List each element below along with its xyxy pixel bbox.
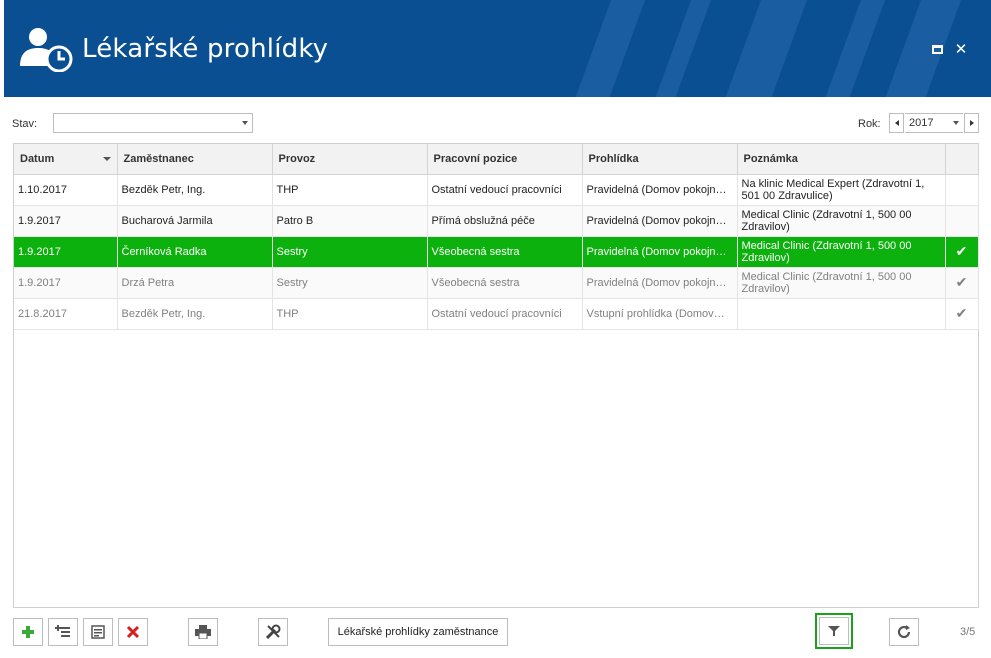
cell-prohlidka: Pravidelná (Domov pokojné… bbox=[582, 205, 738, 237]
page-title: Lékařské prohlídky bbox=[82, 34, 329, 64]
cell-datum: 1.9.2017 bbox=[14, 267, 118, 299]
delete-x-icon bbox=[126, 625, 140, 639]
cell-datum: 1.10.2017 bbox=[14, 174, 118, 206]
user-clock-icon bbox=[20, 28, 73, 72]
table-row[interactable]: 1.9.2017 Drzá Petra Sestry Všeobecná ses… bbox=[14, 267, 979, 299]
cell-prohlidka: Vstupní prohlídka (Domov… bbox=[582, 298, 738, 330]
chevron-right-icon bbox=[969, 120, 974, 126]
table-row[interactable]: 1.9.2017 Bucharová Jarmila Patro B Přímá… bbox=[14, 205, 979, 237]
add-button[interactable] bbox=[13, 618, 43, 646]
table-header-row: Datum Zaměstnanec Provoz Pracovní pozice… bbox=[14, 144, 979, 175]
maximize-icon bbox=[931, 44, 943, 54]
maximize-button[interactable] bbox=[928, 40, 946, 58]
column-header-status[interactable] bbox=[945, 144, 979, 175]
exams-table: Datum Zaměstnanec Provoz Pracovní pozice… bbox=[14, 144, 979, 330]
cell-zamestnanec: Bucharová Jarmila bbox=[117, 205, 273, 237]
plus-icon bbox=[22, 626, 34, 638]
exams-grid: Datum Zaměstnanec Provoz Pracovní pozice… bbox=[13, 143, 979, 608]
chevron-down-icon bbox=[953, 121, 959, 125]
column-header-provoz[interactable]: Provoz bbox=[272, 144, 428, 175]
print-button[interactable] bbox=[188, 618, 218, 646]
cell-provoz: THP bbox=[272, 298, 428, 330]
cell-provoz: Sestry bbox=[272, 267, 428, 299]
header-banner: Lékařské prohlídky ✕ bbox=[4, 0, 991, 97]
cell-poznamka: Medical Clinic (Zdravotní 1, 500 00 Zdra… bbox=[737, 205, 946, 237]
cell-poznamka: Medical Clinic (Zdravotní 1, 500 00 Zdra… bbox=[737, 267, 946, 299]
cell-provoz: Sestry bbox=[272, 236, 428, 268]
refresh-button[interactable] bbox=[889, 618, 919, 646]
employee-exams-button[interactable]: Lékařské prohlídky zaměstnance bbox=[328, 618, 508, 646]
table-row[interactable]: 21.8.2017 Bezděk Petr, Ing. THP Ostatní … bbox=[14, 298, 979, 330]
cell-done bbox=[945, 205, 979, 237]
chevron-down-icon bbox=[242, 121, 248, 125]
tools-icon bbox=[265, 624, 281, 640]
table-row-selected[interactable]: 1.9.2017 Černíková Radka Sestry Všeobecn… bbox=[14, 236, 979, 268]
stav-label: Stav: bbox=[12, 118, 38, 130]
table-row[interactable]: 1.10.2017 Bezděk Petr, Ing. THP Ostatní … bbox=[14, 174, 979, 206]
cell-provoz: THP bbox=[272, 174, 428, 206]
cell-zamestnanec: Bezděk Petr, Ing. bbox=[117, 298, 273, 330]
cell-pozice: Ostatní vedoucí pracovníci bbox=[427, 174, 583, 206]
rok-select[interactable]: 2017 bbox=[905, 113, 963, 133]
cell-pozice: Všeobecná sestra bbox=[427, 267, 583, 299]
cell-poznamka: Medical Clinic (Zdravotní 1, 500 00 Zdra… bbox=[737, 236, 946, 268]
column-header-datum[interactable]: Datum bbox=[14, 144, 118, 175]
edit-note-icon bbox=[91, 625, 105, 639]
checkmark-icon: ✔ bbox=[945, 267, 979, 299]
filter-button[interactable] bbox=[815, 613, 853, 649]
sort-desc-icon bbox=[102, 157, 111, 161]
printer-icon bbox=[195, 625, 211, 639]
cell-datum: 1.9.2017 bbox=[14, 236, 118, 268]
add-child-icon bbox=[55, 625, 70, 637]
delete-button[interactable] bbox=[118, 618, 148, 646]
edit-button[interactable] bbox=[83, 618, 113, 646]
cell-poznamka bbox=[737, 298, 946, 330]
rok-value: 2017 bbox=[909, 117, 934, 129]
chevron-left-icon bbox=[894, 120, 899, 126]
cell-pozice: Ostatní vedoucí pracovníci bbox=[427, 298, 583, 330]
cell-zamestnanec: Drzá Petra bbox=[117, 267, 273, 299]
cell-zamestnanec: Černíková Radka bbox=[117, 236, 273, 268]
add-sub-button[interactable] bbox=[48, 618, 78, 646]
cell-datum: 1.9.2017 bbox=[14, 205, 118, 237]
tools-button[interactable] bbox=[258, 618, 288, 646]
stav-select[interactable] bbox=[53, 113, 253, 133]
cell-pozice: Všeobecná sestra bbox=[427, 236, 583, 268]
rok-prev-button[interactable] bbox=[889, 113, 904, 133]
column-header-poznamka[interactable]: Poznámka bbox=[737, 144, 946, 175]
cell-prohlidka: Pravidelná (Domov pokojné… bbox=[582, 236, 738, 268]
column-header-prohlidka[interactable]: Prohlídka bbox=[582, 144, 738, 175]
cell-done bbox=[945, 174, 979, 206]
rok-next-button[interactable] bbox=[964, 113, 979, 133]
checkmark-icon: ✔ bbox=[945, 298, 979, 330]
column-header-zamestnanec[interactable]: Zaměstnanec bbox=[117, 144, 273, 175]
rok-selector: 2017 bbox=[889, 113, 979, 133]
column-header-pozice[interactable]: Pracovní pozice bbox=[427, 144, 583, 175]
filter-button-inner bbox=[819, 617, 849, 645]
app-window: Lékařské prohlídky ✕ Stav: Rok: 2017 Dat… bbox=[0, 0, 991, 658]
close-icon: ✕ bbox=[954, 40, 968, 58]
cell-provoz: Patro B bbox=[272, 205, 428, 237]
cell-zamestnanec: Bezděk Petr, Ing. bbox=[117, 174, 273, 206]
pager-indicator: 3/5 bbox=[960, 626, 976, 638]
rok-label: Rok: bbox=[858, 118, 881, 130]
cell-poznamka: Na klinic Medical Expert (Zdravotní 1, 5… bbox=[737, 174, 946, 206]
refresh-icon bbox=[897, 625, 911, 639]
cell-datum: 21.8.2017 bbox=[14, 298, 118, 330]
close-button[interactable]: ✕ bbox=[952, 40, 970, 58]
cell-prohlidka: Pravidelná (Domov pokojné… bbox=[582, 174, 738, 206]
checkmark-icon: ✔ bbox=[945, 236, 979, 268]
cell-prohlidka: Pravidelná (Domov pokojné… bbox=[582, 267, 738, 299]
cell-pozice: Přímá obslužná péče bbox=[427, 205, 583, 237]
filter-icon bbox=[828, 626, 840, 636]
